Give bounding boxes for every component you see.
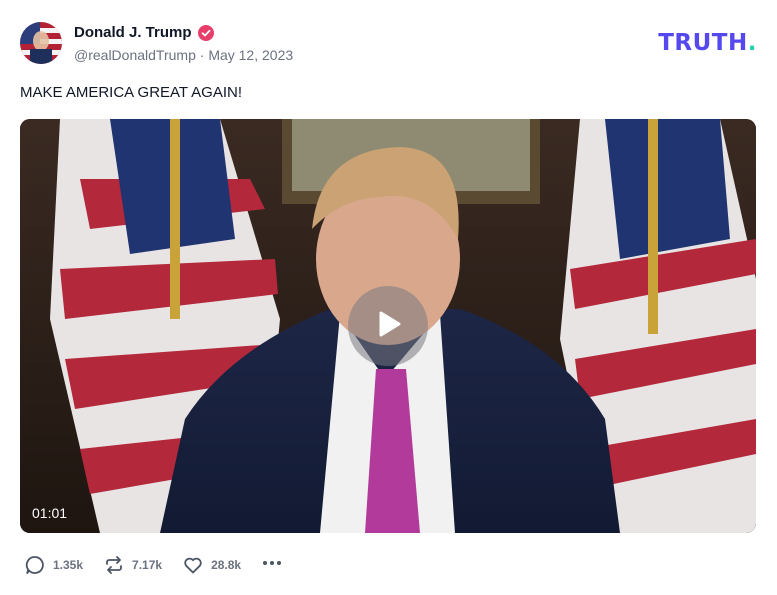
post-header: Donald J. Trump @realDonaldTrump · May 1… <box>20 22 757 66</box>
author-row: Donald J. Trump <box>74 24 214 41</box>
retruth-count: 7.17k <box>132 558 163 572</box>
more-icon <box>261 552 283 579</box>
reply-button[interactable]: 1.35k <box>24 554 83 576</box>
post-text: MAKE AMERICA GREAT AGAIN! <box>20 84 243 101</box>
post-date[interactable]: May 12, 2023 <box>208 47 293 63</box>
play-button[interactable] <box>348 286 428 366</box>
author-meta: @realDonaldTrump · May 12, 2023 <box>74 47 293 63</box>
retruth-icon <box>103 554 125 576</box>
logo-text: TRUTH <box>658 30 748 56</box>
logo-dot: . <box>747 30 757 56</box>
action-bar: 1.35k 7.17k 28.8k <box>24 554 283 576</box>
video-duration: 01:01 <box>32 505 68 521</box>
truth-logo[interactable]: TRUTH. <box>658 30 757 56</box>
retruth-button[interactable]: 7.17k <box>103 554 162 576</box>
author-name[interactable]: Donald J. Trump <box>74 24 192 41</box>
reply-count: 1.35k <box>53 558 84 572</box>
avatar[interactable] <box>20 22 62 64</box>
heart-icon <box>182 554 204 576</box>
video-player[interactable]: 01:01 <box>20 119 756 533</box>
verified-badge-icon <box>197 24 214 41</box>
more-options-button[interactable] <box>261 552 283 579</box>
author-handle[interactable]: @realDonaldTrump <box>74 47 196 63</box>
like-count: 28.8k <box>211 558 242 572</box>
play-icon <box>371 307 405 346</box>
reply-icon <box>24 554 46 576</box>
like-button[interactable]: 28.8k <box>182 554 241 576</box>
